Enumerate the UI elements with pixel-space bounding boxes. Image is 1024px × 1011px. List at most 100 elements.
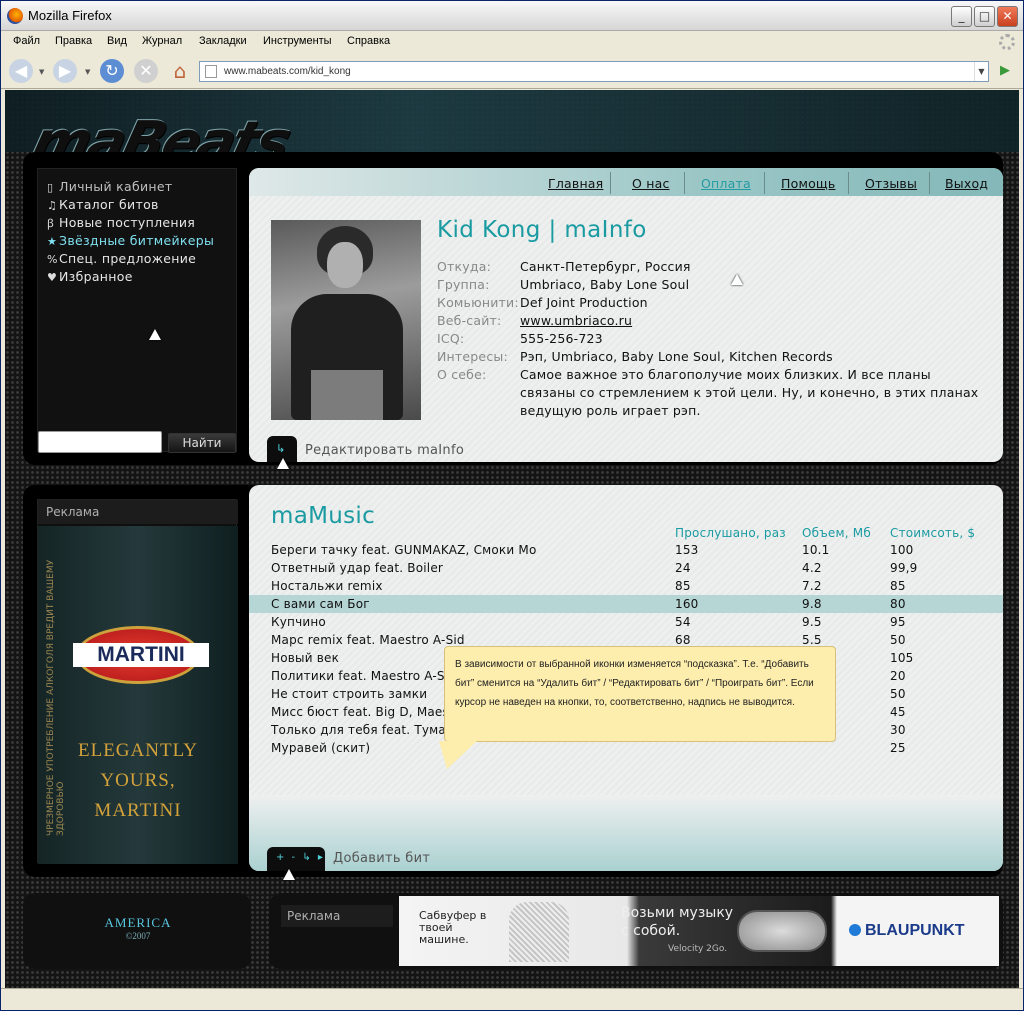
music-title: maMusic — [271, 503, 376, 529]
photo-pants — [311, 370, 383, 420]
field-label: ICQ: — [437, 331, 465, 346]
tooltip-tail — [439, 741, 477, 769]
martini-slogan-line1: ELEGANTLY YOURS, — [77, 740, 198, 791]
track-name: Муравей (скит) — [271, 741, 371, 755]
url-bar[interactable]: www.mabeats.com/kid_kong ▼ — [199, 61, 989, 82]
minimize-button[interactable]: _ — [951, 6, 972, 27]
track-size: 4.2 — [802, 561, 822, 575]
sidebar-menu: ▯ Личный кабинет ♫ Каталог битов ꞵ Новые по… — [37, 168, 237, 453]
nav-divider — [848, 172, 849, 194]
track-price: 100 — [890, 543, 914, 557]
mouse-cursor-icon — [283, 869, 295, 880]
website-link[interactable]: www.umbriaco.ru — [520, 313, 632, 328]
martini-brand: MARTINI — [73, 643, 209, 667]
america-logo[interactable]: AMERICA ©2007 — [83, 915, 193, 941]
close-button[interactable]: ✕ — [997, 6, 1018, 27]
go-button[interactable]: ▶ — [994, 63, 1016, 81]
photo-face — [327, 242, 363, 288]
top-navigation: Главная О нас Оплата Помощь Отзывы Выход — [249, 168, 1003, 196]
sidebar-item-star-beatmakers[interactable]: ★ Звёздные битмейкеры — [47, 233, 214, 248]
stop-button[interactable]: ✕ — [134, 59, 158, 83]
edit-info-label: Редактировать maInfo — [305, 443, 465, 458]
field-value-interests: Рэп, Umbriaco, Baby Lone Soul, Kitchen R… — [520, 349, 833, 364]
martini-ad-banner[interactable]: ЧРЕЗМЕРНОЕ УПОТРЕБЛЕНИЕ АЛКОГОЛЯ ВРЕДИТ … — [38, 526, 238, 864]
home-button[interactable]: ⌂ — [168, 59, 192, 83]
side-ad: Реклама ЧРЕЗМЕРНОЕ УПОТРЕБЛЕНИЕ АЛКОГОЛЯ… — [37, 499, 238, 864]
sidebar-item-special-offer[interactable]: %Спец. предложение — [47, 251, 196, 266]
add-beat-label: Добавить бит — [333, 851, 431, 866]
track-size: 5.5 — [802, 633, 822, 647]
back-button[interactable]: ◀ — [9, 59, 33, 83]
menu-tools[interactable]: Инструменты — [263, 35, 332, 47]
field-label: Откуда: — [437, 259, 491, 274]
search-input[interactable] — [38, 431, 162, 453]
sidebar-item-catalog[interactable]: ♫ Каталог битов — [47, 197, 159, 212]
nav-help[interactable]: Помощь — [781, 176, 835, 191]
martini-logo-icon: MARTINI — [73, 626, 209, 684]
profile-name: Kid Kong | maInfo — [437, 217, 647, 243]
music-note-icon: ♫ — [47, 199, 58, 212]
url-text[interactable]: www.mabeats.com/kid_kong — [224, 66, 351, 77]
field-label: Комьюнити: — [437, 295, 519, 310]
url-dropdown-icon[interactable]: ▼ — [974, 62, 988, 81]
speaker-device-icon — [737, 910, 827, 952]
track-actions[interactable]: + - ↳ ▸ — [267, 847, 325, 871]
field-label: Веб-сайт: — [437, 313, 502, 328]
sidebar-item-cabinet[interactable]: ▯ Личный кабинет — [47, 179, 172, 194]
menu-history[interactable]: Журнал — [142, 35, 182, 47]
forward-button[interactable]: ▶ — [53, 59, 77, 83]
field-label: О себе: — [437, 367, 487, 382]
page-favicon-icon — [205, 65, 217, 78]
add-remove-edit-play-icon[interactable]: + - ↳ ▸ — [276, 852, 325, 863]
table-row[interactable]: С вами сам Бог 160 9.8 80 — [249, 595, 1003, 613]
table-row[interactable]: Ответный удар feat. Boiler 24 4.2 99,9 — [249, 559, 1003, 577]
table-row[interactable]: Купчино 54 9.5 95 — [249, 613, 1003, 631]
track-name: С вами сам Бог — [271, 597, 370, 611]
table-row[interactable]: Ностальжи remix 85 7.2 85 — [249, 577, 1003, 595]
track-size: 9.8 — [802, 597, 822, 611]
track-price: 50 — [890, 687, 906, 701]
nav-logout[interactable]: Выход — [945, 176, 988, 191]
banner-text-velocity: Velocity 2Go. — [668, 944, 728, 954]
track-price: 20 — [890, 669, 906, 683]
nav-about[interactable]: О нас — [632, 176, 670, 191]
menu-view[interactable]: Вид — [107, 35, 127, 47]
track-name: Новый век — [271, 651, 340, 665]
navigation-toolbar: ◀ ▼ ▶ ▼ ↻ ✕ ⌂ www.mabeats.com/kid_kong ▼… — [1, 53, 1023, 89]
sidebar-item-new[interactable]: ꞵ Новые поступления — [47, 215, 195, 231]
table-row[interactable]: Береги тачку feat. GUNMAKAZ, Смоки Мо 153… — [249, 541, 1003, 559]
sidebar-item-favorites[interactable]: ♥ Избранное — [47, 269, 133, 284]
nav-reviews[interactable]: Отзывы — [865, 176, 917, 191]
reload-button[interactable]: ↻ — [100, 59, 124, 83]
menu-file[interactable]: Файл — [13, 35, 40, 47]
track-name: Ностальжи remix — [271, 579, 383, 593]
martini-slogan-line2: MARTINI — [94, 800, 182, 821]
field-label: Интересы: — [437, 349, 508, 364]
mouse-cursor-icon — [277, 458, 289, 469]
sidebar-item-label: Личный кабинет — [59, 179, 173, 194]
menu-edit[interactable]: Правка — [55, 35, 92, 47]
menu-bookmarks[interactable]: Закладки — [199, 35, 247, 47]
track-plays: 24 — [675, 561, 691, 575]
back-history-dropdown-icon[interactable]: ▼ — [39, 68, 44, 76]
nav-home[interactable]: Главная — [548, 176, 603, 191]
forward-history-dropdown-icon[interactable]: ▼ — [85, 68, 90, 76]
blaupunkt-banner[interactable]: Сабвуфер в твоей машине. Возьми музыку с… — [399, 896, 999, 966]
track-plays: 85 — [675, 579, 691, 593]
banner-illustration — [509, 902, 569, 962]
footer-ad: Реклама Сабвуфер в твоей машине. Возьми … — [269, 893, 1003, 969]
track-name: Береги тачку feat. GUNMAKAZ, Смоки Мо — [271, 543, 537, 557]
track-name: Купчино — [271, 615, 326, 629]
track-size: 9.5 — [802, 615, 822, 629]
track-price: 85 — [890, 579, 906, 593]
nav-divider — [610, 172, 611, 194]
nav-payment[interactable]: Оплата — [701, 176, 751, 191]
ribbon-icon: ꞵ — [47, 217, 55, 230]
track-name: Марс remix feat. Maestro A-Sid — [271, 633, 465, 647]
track-name: Не стоит строить замки — [271, 687, 428, 701]
america-copyright: ©2007 — [125, 931, 151, 941]
search-button[interactable]: Найти — [168, 433, 236, 453]
menu-help[interactable]: Справка — [347, 35, 390, 47]
maximize-button[interactable]: □ — [974, 6, 995, 27]
column-header-size: Объем, Мб — [802, 526, 871, 540]
